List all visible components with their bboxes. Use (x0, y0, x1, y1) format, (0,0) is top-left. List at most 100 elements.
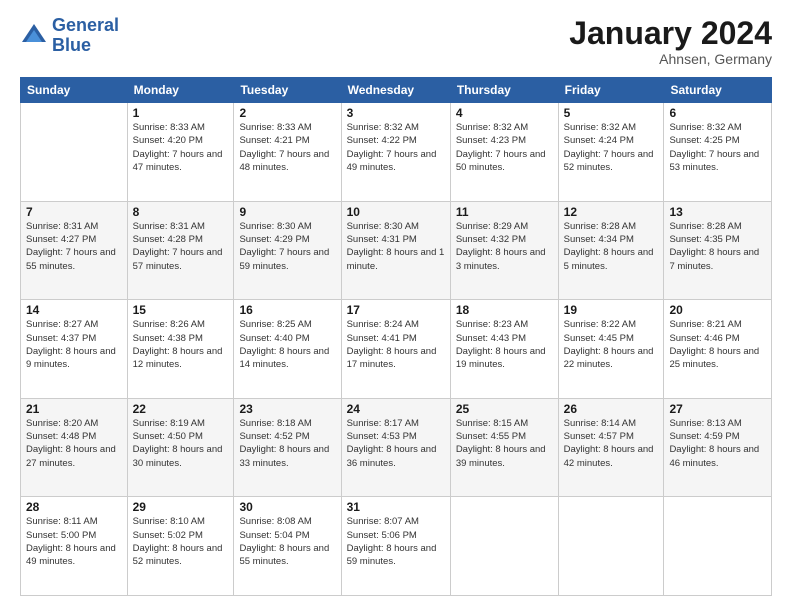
day-number: 3 (347, 106, 445, 120)
day-number: 7 (26, 205, 122, 219)
day-info: Sunrise: 8:18 AM Sunset: 4:52 PM Dayligh… (239, 417, 335, 470)
day-info: Sunrise: 8:08 AM Sunset: 5:04 PM Dayligh… (239, 515, 335, 568)
calendar-cell-w5-d1: 28Sunrise: 8:11 AM Sunset: 5:00 PM Dayli… (21, 497, 128, 596)
calendar-cell-w4-d2: 22Sunrise: 8:19 AM Sunset: 4:50 PM Dayli… (127, 398, 234, 497)
day-number: 4 (456, 106, 553, 120)
day-info: Sunrise: 8:33 AM Sunset: 4:21 PM Dayligh… (239, 121, 335, 174)
month-title: January 2024 (569, 16, 772, 51)
header: General Blue January 2024 Ahnsen, German… (20, 16, 772, 67)
header-tuesday: Tuesday (234, 78, 341, 103)
calendar-cell-w1-d4: 3Sunrise: 8:32 AM Sunset: 4:22 PM Daylig… (341, 103, 450, 202)
page: General Blue January 2024 Ahnsen, German… (0, 0, 792, 612)
calendar-cell-w5-d5 (450, 497, 558, 596)
calendar-cell-w5-d7 (664, 497, 772, 596)
day-info: Sunrise: 8:30 AM Sunset: 4:31 PM Dayligh… (347, 220, 445, 273)
calendar-cell-w5-d2: 29Sunrise: 8:10 AM Sunset: 5:02 PM Dayli… (127, 497, 234, 596)
day-number: 22 (133, 402, 229, 416)
calendar-week-4: 21Sunrise: 8:20 AM Sunset: 4:48 PM Dayli… (21, 398, 772, 497)
calendar-cell-w1-d7: 6Sunrise: 8:32 AM Sunset: 4:25 PM Daylig… (664, 103, 772, 202)
calendar-cell-w3-d5: 18Sunrise: 8:23 AM Sunset: 4:43 PM Dayli… (450, 300, 558, 399)
calendar-cell-w4-d3: 23Sunrise: 8:18 AM Sunset: 4:52 PM Dayli… (234, 398, 341, 497)
calendar-cell-w1-d5: 4Sunrise: 8:32 AM Sunset: 4:23 PM Daylig… (450, 103, 558, 202)
calendar-cell-w2-d6: 12Sunrise: 8:28 AM Sunset: 4:34 PM Dayli… (558, 201, 664, 300)
day-number: 23 (239, 402, 335, 416)
day-number: 29 (133, 500, 229, 514)
subtitle: Ahnsen, Germany (569, 51, 772, 67)
day-number: 14 (26, 303, 122, 317)
logo-line2: Blue (52, 35, 91, 55)
logo-icon (20, 22, 48, 50)
calendar-week-2: 7Sunrise: 8:31 AM Sunset: 4:27 PM Daylig… (21, 201, 772, 300)
day-number: 16 (239, 303, 335, 317)
title-section: January 2024 Ahnsen, Germany (569, 16, 772, 67)
calendar-week-1: 1Sunrise: 8:33 AM Sunset: 4:20 PM Daylig… (21, 103, 772, 202)
day-number: 6 (669, 106, 766, 120)
day-info: Sunrise: 8:15 AM Sunset: 4:55 PM Dayligh… (456, 417, 553, 470)
day-info: Sunrise: 8:13 AM Sunset: 4:59 PM Dayligh… (669, 417, 766, 470)
calendar-cell-w1-d1 (21, 103, 128, 202)
day-number: 9 (239, 205, 335, 219)
calendar-table: Sunday Monday Tuesday Wednesday Thursday… (20, 77, 772, 596)
day-info: Sunrise: 8:32 AM Sunset: 4:23 PM Dayligh… (456, 121, 553, 174)
day-number: 17 (347, 303, 445, 317)
calendar-cell-w5-d6 (558, 497, 664, 596)
calendar-cell-w4-d5: 25Sunrise: 8:15 AM Sunset: 4:55 PM Dayli… (450, 398, 558, 497)
calendar-cell-w4-d1: 21Sunrise: 8:20 AM Sunset: 4:48 PM Dayli… (21, 398, 128, 497)
calendar-cell-w2-d5: 11Sunrise: 8:29 AM Sunset: 4:32 PM Dayli… (450, 201, 558, 300)
header-wednesday: Wednesday (341, 78, 450, 103)
day-number: 19 (564, 303, 659, 317)
calendar-cell-w2-d3: 9Sunrise: 8:30 AM Sunset: 4:29 PM Daylig… (234, 201, 341, 300)
header-monday: Monday (127, 78, 234, 103)
calendar-cell-w2-d7: 13Sunrise: 8:28 AM Sunset: 4:35 PM Dayli… (664, 201, 772, 300)
day-info: Sunrise: 8:27 AM Sunset: 4:37 PM Dayligh… (26, 318, 122, 371)
calendar-cell-w5-d4: 31Sunrise: 8:07 AM Sunset: 5:06 PM Dayli… (341, 497, 450, 596)
day-info: Sunrise: 8:24 AM Sunset: 4:41 PM Dayligh… (347, 318, 445, 371)
calendar-cell-w2-d4: 10Sunrise: 8:30 AM Sunset: 4:31 PM Dayli… (341, 201, 450, 300)
day-info: Sunrise: 8:21 AM Sunset: 4:46 PM Dayligh… (669, 318, 766, 371)
day-number: 24 (347, 402, 445, 416)
day-number: 5 (564, 106, 659, 120)
day-number: 27 (669, 402, 766, 416)
day-number: 30 (239, 500, 335, 514)
calendar-cell-w1-d3: 2Sunrise: 8:33 AM Sunset: 4:21 PM Daylig… (234, 103, 341, 202)
calendar-cell-w3-d4: 17Sunrise: 8:24 AM Sunset: 4:41 PM Dayli… (341, 300, 450, 399)
day-info: Sunrise: 8:23 AM Sunset: 4:43 PM Dayligh… (456, 318, 553, 371)
calendar-cell-w1-d6: 5Sunrise: 8:32 AM Sunset: 4:24 PM Daylig… (558, 103, 664, 202)
day-info: Sunrise: 8:14 AM Sunset: 4:57 PM Dayligh… (564, 417, 659, 470)
calendar-cell-w2-d1: 7Sunrise: 8:31 AM Sunset: 4:27 PM Daylig… (21, 201, 128, 300)
day-info: Sunrise: 8:32 AM Sunset: 4:25 PM Dayligh… (669, 121, 766, 174)
header-sunday: Sunday (21, 78, 128, 103)
day-info: Sunrise: 8:11 AM Sunset: 5:00 PM Dayligh… (26, 515, 122, 568)
calendar-cell-w3-d6: 19Sunrise: 8:22 AM Sunset: 4:45 PM Dayli… (558, 300, 664, 399)
day-info: Sunrise: 8:31 AM Sunset: 4:27 PM Dayligh… (26, 220, 122, 273)
day-number: 12 (564, 205, 659, 219)
day-info: Sunrise: 8:29 AM Sunset: 4:32 PM Dayligh… (456, 220, 553, 273)
header-thursday: Thursday (450, 78, 558, 103)
calendar-cell-w4-d7: 27Sunrise: 8:13 AM Sunset: 4:59 PM Dayli… (664, 398, 772, 497)
day-number: 20 (669, 303, 766, 317)
day-info: Sunrise: 8:32 AM Sunset: 4:22 PM Dayligh… (347, 121, 445, 174)
header-saturday: Saturday (664, 78, 772, 103)
day-number: 21 (26, 402, 122, 416)
calendar-cell-w1-d2: 1Sunrise: 8:33 AM Sunset: 4:20 PM Daylig… (127, 103, 234, 202)
calendar-cell-w4-d4: 24Sunrise: 8:17 AM Sunset: 4:53 PM Dayli… (341, 398, 450, 497)
calendar-week-3: 14Sunrise: 8:27 AM Sunset: 4:37 PM Dayli… (21, 300, 772, 399)
calendar-cell-w2-d2: 8Sunrise: 8:31 AM Sunset: 4:28 PM Daylig… (127, 201, 234, 300)
day-info: Sunrise: 8:32 AM Sunset: 4:24 PM Dayligh… (564, 121, 659, 174)
day-info: Sunrise: 8:30 AM Sunset: 4:29 PM Dayligh… (239, 220, 335, 273)
day-number: 13 (669, 205, 766, 219)
calendar-cell-w5-d3: 30Sunrise: 8:08 AM Sunset: 5:04 PM Dayli… (234, 497, 341, 596)
logo: General Blue (20, 16, 119, 56)
calendar-cell-w3-d1: 14Sunrise: 8:27 AM Sunset: 4:37 PM Dayli… (21, 300, 128, 399)
logo-line1: General (52, 15, 119, 35)
logo-text: General Blue (52, 16, 119, 56)
day-number: 11 (456, 205, 553, 219)
day-info: Sunrise: 8:10 AM Sunset: 5:02 PM Dayligh… (133, 515, 229, 568)
day-number: 2 (239, 106, 335, 120)
day-info: Sunrise: 8:28 AM Sunset: 4:35 PM Dayligh… (669, 220, 766, 273)
day-number: 28 (26, 500, 122, 514)
header-friday: Friday (558, 78, 664, 103)
calendar-cell-w3-d3: 16Sunrise: 8:25 AM Sunset: 4:40 PM Dayli… (234, 300, 341, 399)
day-info: Sunrise: 8:33 AM Sunset: 4:20 PM Dayligh… (133, 121, 229, 174)
day-info: Sunrise: 8:31 AM Sunset: 4:28 PM Dayligh… (133, 220, 229, 273)
